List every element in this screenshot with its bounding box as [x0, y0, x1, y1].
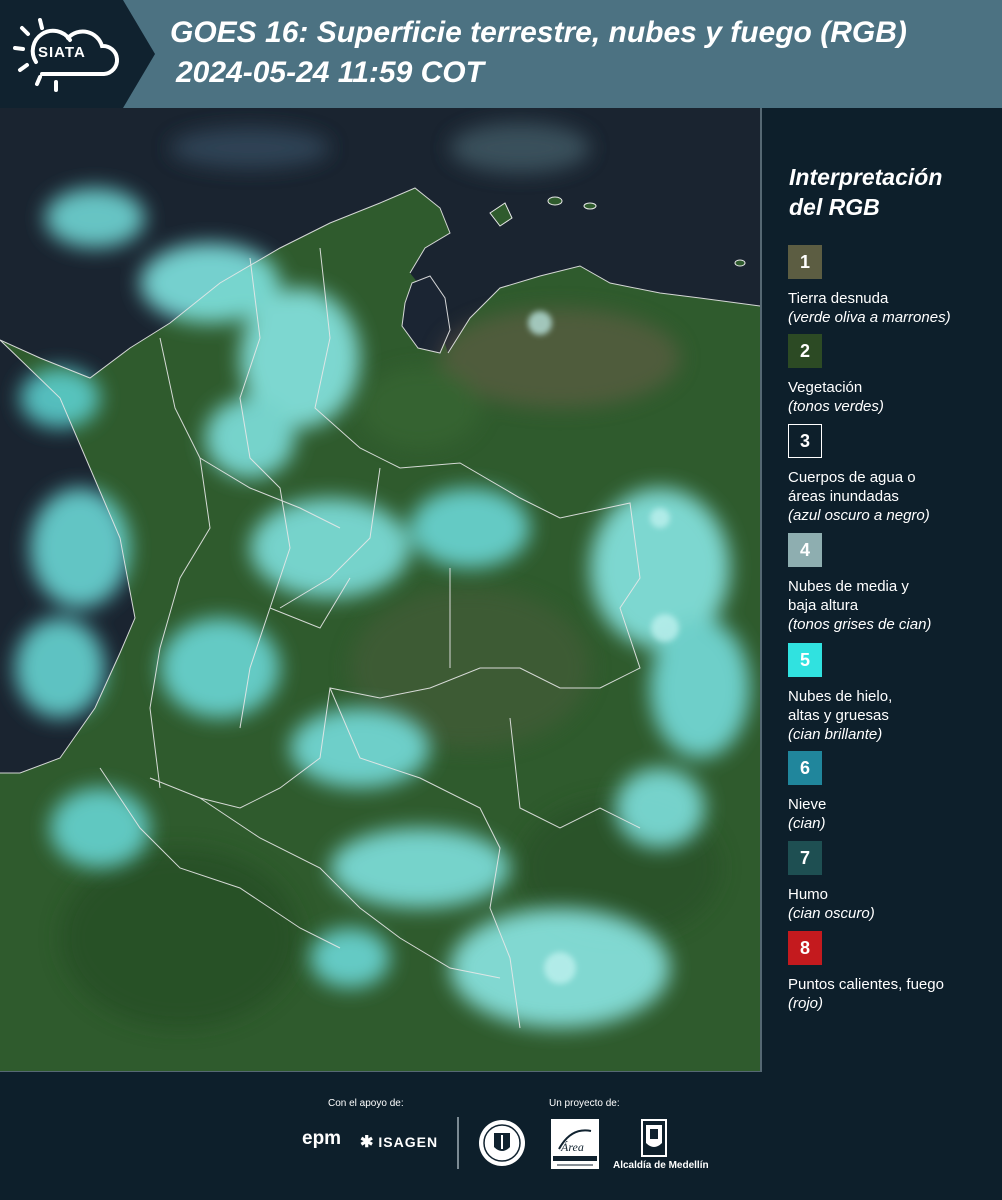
legend-item-ice-clouds: 5 Nubes de hielo, altas y gruesas (cian … — [788, 643, 993, 744]
footer-divider — [457, 1117, 459, 1169]
legend-label: Cuerpos de agua o áreas inundadas — [788, 469, 916, 505]
legend-swatch: 3 — [788, 424, 822, 458]
support-caption: Con el apoyo de: — [328, 1098, 404, 1109]
legend-item-smoke: 7 Humo (cian oscuro) — [788, 841, 993, 923]
siata-logo-text: SIATA — [38, 44, 86, 61]
legend-swatch: 7 — [788, 841, 822, 875]
legend-label: Nubes de media y baja altura — [788, 578, 909, 614]
epm-logo: epm — [302, 1128, 341, 1150]
university-seal-icon — [479, 1120, 525, 1166]
legend-title: Interpretación del RGB — [789, 164, 943, 220]
legend-item-bare-soil: 1 Tierra desnuda (verde oliva a marrones… — [788, 245, 993, 327]
legend-item-mid-low-clouds: 4 Nubes de media y baja altura (tonos gr… — [788, 533, 993, 634]
alcaldia-shield-icon — [641, 1119, 667, 1157]
legend-item-vegetation: 2 Vegetación (tonos verdes) — [788, 334, 993, 416]
legend-swatch: 1 — [788, 245, 822, 279]
map-title: GOES 16: Superficie terrestre, nubes y f… — [170, 16, 907, 49]
legend-item-fire: 8 Puntos calientes, fuego (rojo) — [788, 931, 993, 1013]
legend-description: (cian) — [788, 815, 826, 832]
legend-item-water: 3 Cuerpos de agua o áreas inundadas (azu… — [788, 424, 993, 525]
isagen-logo-text: ISAGEN — [378, 1134, 439, 1150]
legend-description: (verde oliva a marrones) — [788, 309, 951, 326]
legend-label: Humo — [788, 886, 829, 903]
satellite-map[interactable] — [0, 108, 762, 1072]
legend-swatch: 4 — [788, 533, 822, 567]
legend-description: (cian brillante) — [788, 726, 883, 743]
satellite-rgb-image — [0, 108, 760, 1071]
map-timestamp: 2024-05-24 11:59 COT — [176, 56, 484, 89]
area-metropolitana-logo: Área — [551, 1119, 599, 1169]
legend-description: (tonos grises de cian) — [788, 616, 932, 633]
header-bar: SIATA GOES 16: Superficie terrestre, nub… — [0, 0, 1002, 108]
legend-label: Nieve — [788, 796, 827, 813]
epm-logo-text: epm — [302, 1128, 342, 1149]
svg-text:Área: Área — [560, 1140, 584, 1154]
isagen-logo: ✱ ISAGEN — [360, 1132, 438, 1152]
legend-description: (cian oscuro) — [788, 905, 875, 922]
legend-swatch: 6 — [788, 751, 822, 785]
legend-item-snow: 6 Nieve (cian) — [788, 751, 993, 833]
legend-description: (rojo) — [788, 995, 824, 1012]
legend-description: (azul oscuro a negro) — [788, 507, 930, 524]
legend-label: Nubes de hielo, altas y gruesas — [788, 688, 893, 724]
legend-swatch: 8 — [788, 931, 822, 965]
legend-swatch: 2 — [788, 334, 822, 368]
area-metropolitana-icon: Área — [553, 1129, 597, 1166]
legend-description: (tonos verdes) — [788, 398, 884, 415]
legend-label: Puntos calientes, fuego — [788, 976, 944, 993]
siata-logo-block: SIATA — [0, 0, 155, 108]
legend-label: Vegetación — [788, 379, 863, 396]
legend-swatch: 5 — [788, 643, 822, 677]
alcaldia-label: Alcaldía de Medellín — [613, 1160, 709, 1171]
isagen-symbol-icon: ✱ — [360, 1134, 375, 1151]
project-caption: Un proyecto de: — [549, 1098, 620, 1109]
legend-label: Tierra desnuda — [788, 290, 889, 307]
